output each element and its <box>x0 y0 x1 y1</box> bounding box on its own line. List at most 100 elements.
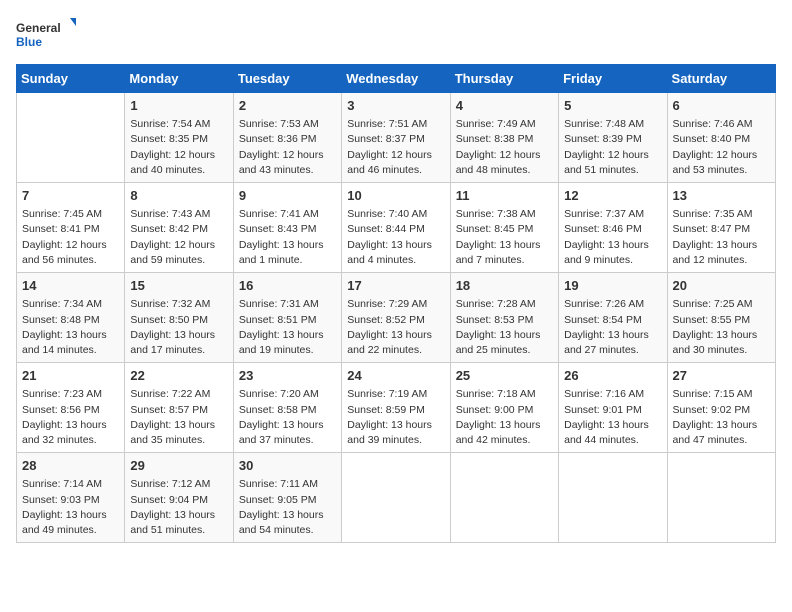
sunset-text: Sunset: 9:00 PM <box>456 404 534 416</box>
calendar-cell: 4 Sunrise: 7:49 AM Sunset: 8:38 PM Dayli… <box>450 93 558 183</box>
day-info: Sunrise: 7:19 AM Sunset: 8:59 PM Dayligh… <box>347 387 444 448</box>
sunrise-text: Sunrise: 7:43 AM <box>130 208 210 220</box>
calendar-cell <box>559 453 667 543</box>
calendar-cell: 27 Sunrise: 7:15 AM Sunset: 9:02 PM Dayl… <box>667 363 775 453</box>
day-info: Sunrise: 7:43 AM Sunset: 8:42 PM Dayligh… <box>130 207 227 268</box>
daylight-text: Daylight: 13 hours and 1 minute. <box>239 239 324 266</box>
daylight-text: Daylight: 13 hours and 17 minutes. <box>130 329 215 356</box>
day-info: Sunrise: 7:28 AM Sunset: 8:53 PM Dayligh… <box>456 297 553 358</box>
daylight-text: Daylight: 13 hours and 47 minutes. <box>673 419 758 446</box>
sunrise-text: Sunrise: 7:20 AM <box>239 388 319 400</box>
daylight-text: Daylight: 13 hours and 32 minutes. <box>22 419 107 446</box>
calendar-cell: 5 Sunrise: 7:48 AM Sunset: 8:39 PM Dayli… <box>559 93 667 183</box>
sunrise-text: Sunrise: 7:15 AM <box>673 388 753 400</box>
day-number: 28 <box>22 457 119 475</box>
day-number: 1 <box>130 97 227 115</box>
day-number: 26 <box>564 367 661 385</box>
sunset-text: Sunset: 9:05 PM <box>239 494 317 506</box>
sunset-text: Sunset: 8:48 PM <box>22 314 100 326</box>
daylight-text: Daylight: 12 hours and 46 minutes. <box>347 149 432 176</box>
logo-svg: General Blue <box>16 16 76 56</box>
day-info: Sunrise: 7:37 AM Sunset: 8:46 PM Dayligh… <box>564 207 661 268</box>
day-number: 24 <box>347 367 444 385</box>
calendar-cell: 1 Sunrise: 7:54 AM Sunset: 8:35 PM Dayli… <box>125 93 233 183</box>
day-header-saturday: Saturday <box>667 65 775 93</box>
sunrise-text: Sunrise: 7:34 AM <box>22 298 102 310</box>
sunrise-text: Sunrise: 7:26 AM <box>564 298 644 310</box>
day-number: 4 <box>456 97 553 115</box>
calendar-cell: 7 Sunrise: 7:45 AM Sunset: 8:41 PM Dayli… <box>17 183 125 273</box>
sunrise-text: Sunrise: 7:19 AM <box>347 388 427 400</box>
day-header-sunday: Sunday <box>17 65 125 93</box>
sunrise-text: Sunrise: 7:28 AM <box>456 298 536 310</box>
sunset-text: Sunset: 8:35 PM <box>130 133 208 145</box>
day-info: Sunrise: 7:23 AM Sunset: 8:56 PM Dayligh… <box>22 387 119 448</box>
calendar-cell: 23 Sunrise: 7:20 AM Sunset: 8:58 PM Dayl… <box>233 363 341 453</box>
day-number: 30 <box>239 457 336 475</box>
day-info: Sunrise: 7:20 AM Sunset: 8:58 PM Dayligh… <box>239 387 336 448</box>
day-info: Sunrise: 7:32 AM Sunset: 8:50 PM Dayligh… <box>130 297 227 358</box>
day-info: Sunrise: 7:34 AM Sunset: 8:48 PM Dayligh… <box>22 297 119 358</box>
sunrise-text: Sunrise: 7:14 AM <box>22 478 102 490</box>
sunrise-text: Sunrise: 7:45 AM <box>22 208 102 220</box>
daylight-text: Daylight: 12 hours and 48 minutes. <box>456 149 541 176</box>
sunrise-text: Sunrise: 7:38 AM <box>456 208 536 220</box>
sunset-text: Sunset: 8:46 PM <box>564 223 642 235</box>
day-number: 20 <box>673 277 770 295</box>
calendar-cell: 28 Sunrise: 7:14 AM Sunset: 9:03 PM Dayl… <box>17 453 125 543</box>
daylight-text: Daylight: 13 hours and 39 minutes. <box>347 419 432 446</box>
daylight-text: Daylight: 13 hours and 30 minutes. <box>673 329 758 356</box>
day-header-friday: Friday <box>559 65 667 93</box>
day-header-wednesday: Wednesday <box>342 65 450 93</box>
calendar-cell: 16 Sunrise: 7:31 AM Sunset: 8:51 PM Dayl… <box>233 273 341 363</box>
day-number: 22 <box>130 367 227 385</box>
daylight-text: Daylight: 13 hours and 42 minutes. <box>456 419 541 446</box>
calendar-header-row: SundayMondayTuesdayWednesdayThursdayFrid… <box>17 65 776 93</box>
day-info: Sunrise: 7:14 AM Sunset: 9:03 PM Dayligh… <box>22 477 119 538</box>
day-number: 14 <box>22 277 119 295</box>
calendar-table: SundayMondayTuesdayWednesdayThursdayFrid… <box>16 64 776 543</box>
day-info: Sunrise: 7:11 AM Sunset: 9:05 PM Dayligh… <box>239 477 336 538</box>
day-number: 7 <box>22 187 119 205</box>
sunset-text: Sunset: 8:38 PM <box>456 133 534 145</box>
sunrise-text: Sunrise: 7:12 AM <box>130 478 210 490</box>
day-info: Sunrise: 7:22 AM Sunset: 8:57 PM Dayligh… <box>130 387 227 448</box>
daylight-text: Daylight: 12 hours and 51 minutes. <box>564 149 649 176</box>
day-info: Sunrise: 7:48 AM Sunset: 8:39 PM Dayligh… <box>564 117 661 178</box>
sunrise-text: Sunrise: 7:16 AM <box>564 388 644 400</box>
daylight-text: Daylight: 13 hours and 37 minutes. <box>239 419 324 446</box>
calendar-cell: 18 Sunrise: 7:28 AM Sunset: 8:53 PM Dayl… <box>450 273 558 363</box>
daylight-text: Daylight: 13 hours and 44 minutes. <box>564 419 649 446</box>
day-number: 29 <box>130 457 227 475</box>
sunrise-text: Sunrise: 7:41 AM <box>239 208 319 220</box>
daylight-text: Daylight: 13 hours and 9 minutes. <box>564 239 649 266</box>
calendar-cell: 15 Sunrise: 7:32 AM Sunset: 8:50 PM Dayl… <box>125 273 233 363</box>
day-number: 27 <box>673 367 770 385</box>
day-number: 25 <box>456 367 553 385</box>
day-number: 15 <box>130 277 227 295</box>
sunrise-text: Sunrise: 7:54 AM <box>130 118 210 130</box>
calendar-cell: 29 Sunrise: 7:12 AM Sunset: 9:04 PM Dayl… <box>125 453 233 543</box>
calendar-cell: 21 Sunrise: 7:23 AM Sunset: 8:56 PM Dayl… <box>17 363 125 453</box>
calendar-cell: 30 Sunrise: 7:11 AM Sunset: 9:05 PM Dayl… <box>233 453 341 543</box>
day-info: Sunrise: 7:31 AM Sunset: 8:51 PM Dayligh… <box>239 297 336 358</box>
sunset-text: Sunset: 8:52 PM <box>347 314 425 326</box>
sunrise-text: Sunrise: 7:49 AM <box>456 118 536 130</box>
day-info: Sunrise: 7:46 AM Sunset: 8:40 PM Dayligh… <box>673 117 770 178</box>
day-number: 18 <box>456 277 553 295</box>
sunset-text: Sunset: 8:59 PM <box>347 404 425 416</box>
daylight-text: Daylight: 12 hours and 56 minutes. <box>22 239 107 266</box>
day-number: 6 <box>673 97 770 115</box>
day-number: 23 <box>239 367 336 385</box>
day-number: 2 <box>239 97 336 115</box>
sunset-text: Sunset: 8:41 PM <box>22 223 100 235</box>
svg-text:Blue: Blue <box>16 35 42 49</box>
sunset-text: Sunset: 8:55 PM <box>673 314 751 326</box>
calendar-cell: 17 Sunrise: 7:29 AM Sunset: 8:52 PM Dayl… <box>342 273 450 363</box>
sunset-text: Sunset: 9:01 PM <box>564 404 642 416</box>
day-number: 9 <box>239 187 336 205</box>
sunrise-text: Sunrise: 7:25 AM <box>673 298 753 310</box>
header: General Blue <box>16 16 776 56</box>
calendar-cell: 10 Sunrise: 7:40 AM Sunset: 8:44 PM Dayl… <box>342 183 450 273</box>
day-info: Sunrise: 7:35 AM Sunset: 8:47 PM Dayligh… <box>673 207 770 268</box>
